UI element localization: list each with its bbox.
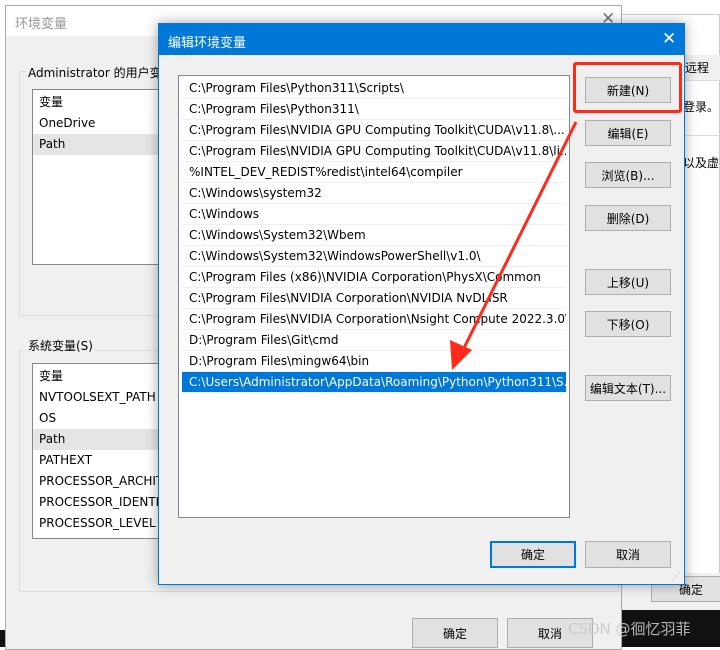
arrow-annotation: [450, 121, 578, 370]
watermark: CSDN @徊忆羽菲: [568, 620, 691, 638]
arrow-shaft: [460, 121, 578, 353]
arrow-head: [450, 340, 472, 370]
